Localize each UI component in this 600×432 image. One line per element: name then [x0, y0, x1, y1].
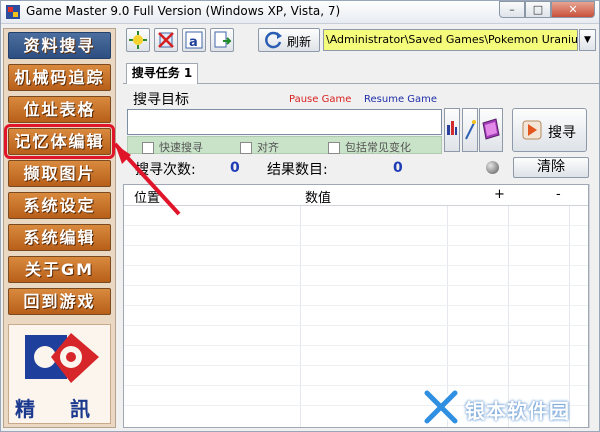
svg-text:a: a	[189, 35, 198, 50]
row-divider	[124, 325, 588, 326]
close-button[interactable]: ✕	[551, 1, 595, 18]
result-count-label: 结果数目:	[267, 162, 328, 178]
column-header-value[interactable]: 数值	[305, 187, 331, 206]
search-target-label: 搜寻目标	[133, 92, 189, 108]
pause-game-link[interactable]: Pause Game	[289, 94, 351, 105]
value-type-button[interactable]	[444, 108, 460, 152]
nav-system-edit[interactable]: 系统编辑	[8, 224, 111, 251]
search-button-label: 搜寻	[548, 125, 576, 141]
publisher-logo: 精 訊	[8, 324, 111, 424]
nav-system-settings[interactable]: 系统设定	[8, 192, 111, 219]
document-arrow-icon	[214, 31, 232, 48]
nav-address-table[interactable]: 位址表格	[8, 96, 111, 123]
checkbox-icon[interactable]	[240, 142, 252, 154]
column-divider	[300, 185, 301, 427]
game-master-app-icon	[6, 5, 20, 19]
row-divider	[124, 345, 588, 346]
search-options: 快速搜寻 对齐 包括常见变化	[127, 136, 442, 154]
column-header-address[interactable]: 位置	[134, 187, 160, 206]
row-divider	[124, 305, 588, 306]
clear-button[interactable]: 清除	[513, 157, 589, 178]
nav-about-gm[interactable]: 关于GM	[8, 256, 111, 283]
chevron-down-icon[interactable]: ▼	[579, 29, 596, 51]
resume-game-link[interactable]: Resume Game	[364, 94, 437, 105]
nav-return-to-game[interactable]: 回到游戏	[8, 288, 111, 315]
publisher-logo-icon	[25, 333, 99, 383]
option-align-label: 对齐	[257, 141, 279, 154]
delete-task-button[interactable]	[154, 28, 178, 52]
delete-icon	[158, 32, 174, 48]
publisher-logo-text: 精 訊	[15, 397, 104, 421]
row-divider	[124, 285, 588, 286]
site-watermark: 银本软件园	[417, 383, 599, 431]
column-header-minus[interactable]: -	[556, 187, 561, 202]
minimize-button[interactable]: –	[499, 1, 525, 18]
new-task-button[interactable]	[126, 28, 150, 52]
option-common-variations-label: 包括常见变化	[345, 141, 411, 154]
status-led-icon	[486, 161, 499, 174]
row-divider	[124, 225, 588, 226]
watermark-text: 银本软件园	[465, 399, 570, 423]
tab-search-task-1[interactable]: 搜寻任务 1	[126, 63, 198, 84]
nav-capture-image[interactable]: 撷取图片	[8, 160, 111, 187]
search-count-label: 搜寻次数:	[135, 162, 196, 178]
window-controls: – □ ✕	[499, 1, 595, 20]
magic-wand-icon	[465, 120, 476, 140]
book-icon	[482, 118, 500, 140]
play-icon	[522, 120, 542, 140]
row-divider	[124, 365, 588, 366]
sparkle-icon	[129, 31, 147, 49]
nav-data-search[interactable]: 资料搜寻	[8, 32, 111, 59]
search-target-input[interactable]	[127, 109, 442, 135]
sidebar: 资料搜寻 机械码追踪 位址表格 记忆体编辑 撷取图片 系统设定 系统编辑 关于G…	[3, 28, 116, 428]
checkbox-icon[interactable]	[142, 142, 154, 154]
title-bar[interactable]: Game Master 9.0 Full Version (Windows XP…	[1, 1, 599, 24]
search-stats: 搜寻次数: 0 结果数目: 0 清除	[127, 157, 597, 179]
book-tool-button[interactable]	[479, 108, 503, 152]
refresh-label: 刷新	[287, 35, 312, 49]
text-icon: a	[185, 31, 203, 50]
text-edit-button[interactable]: a	[182, 28, 206, 52]
option-common-variations[interactable]: 包括常见变化	[328, 139, 411, 154]
search-button[interactable]: 搜寻	[512, 108, 587, 152]
maximize-button[interactable]: □	[525, 1, 551, 18]
toolbar: a 刷新 \Administrator\Saved Games\Pokemon …	[123, 27, 599, 53]
wand-tool-button[interactable]	[462, 108, 478, 152]
option-align[interactable]: 对齐	[240, 139, 279, 154]
search-panel: 搜寻目标 Pause Game Resume Game 快速搜寻 对齐 包括常见…	[123, 83, 599, 183]
search-count-value: 0	[230, 160, 240, 176]
refresh-icon	[265, 31, 282, 49]
nav-machine-code-trace[interactable]: 机械码追踪	[8, 64, 111, 91]
option-fast-search[interactable]: 快速搜寻	[142, 139, 203, 154]
checkbox-icon[interactable]	[328, 142, 340, 154]
refresh-button[interactable]: 刷新	[258, 28, 320, 52]
watermark-logo-icon	[422, 388, 460, 426]
nav-memory-editor[interactable]: 记忆体编辑	[4, 124, 115, 159]
table-header: 位置 数值 + -	[124, 185, 588, 206]
bar-chart-icon	[447, 121, 457, 135]
task-tabs: 搜寻任务 1	[123, 61, 599, 84]
option-fast-search-label: 快速搜寻	[159, 141, 203, 154]
row-divider	[124, 265, 588, 266]
row-divider	[124, 245, 588, 246]
window-title: Game Master 9.0 Full Version (Windows XP…	[26, 4, 341, 18]
app-window: Game Master 9.0 Full Version (Windows XP…	[0, 0, 600, 432]
process-path-select[interactable]: \Administrator\Saved Games\Pokemon Urani…	[323, 29, 578, 51]
result-count-value: 0	[393, 160, 403, 176]
export-button[interactable]	[210, 28, 234, 52]
column-header-plus[interactable]: +	[494, 187, 505, 202]
